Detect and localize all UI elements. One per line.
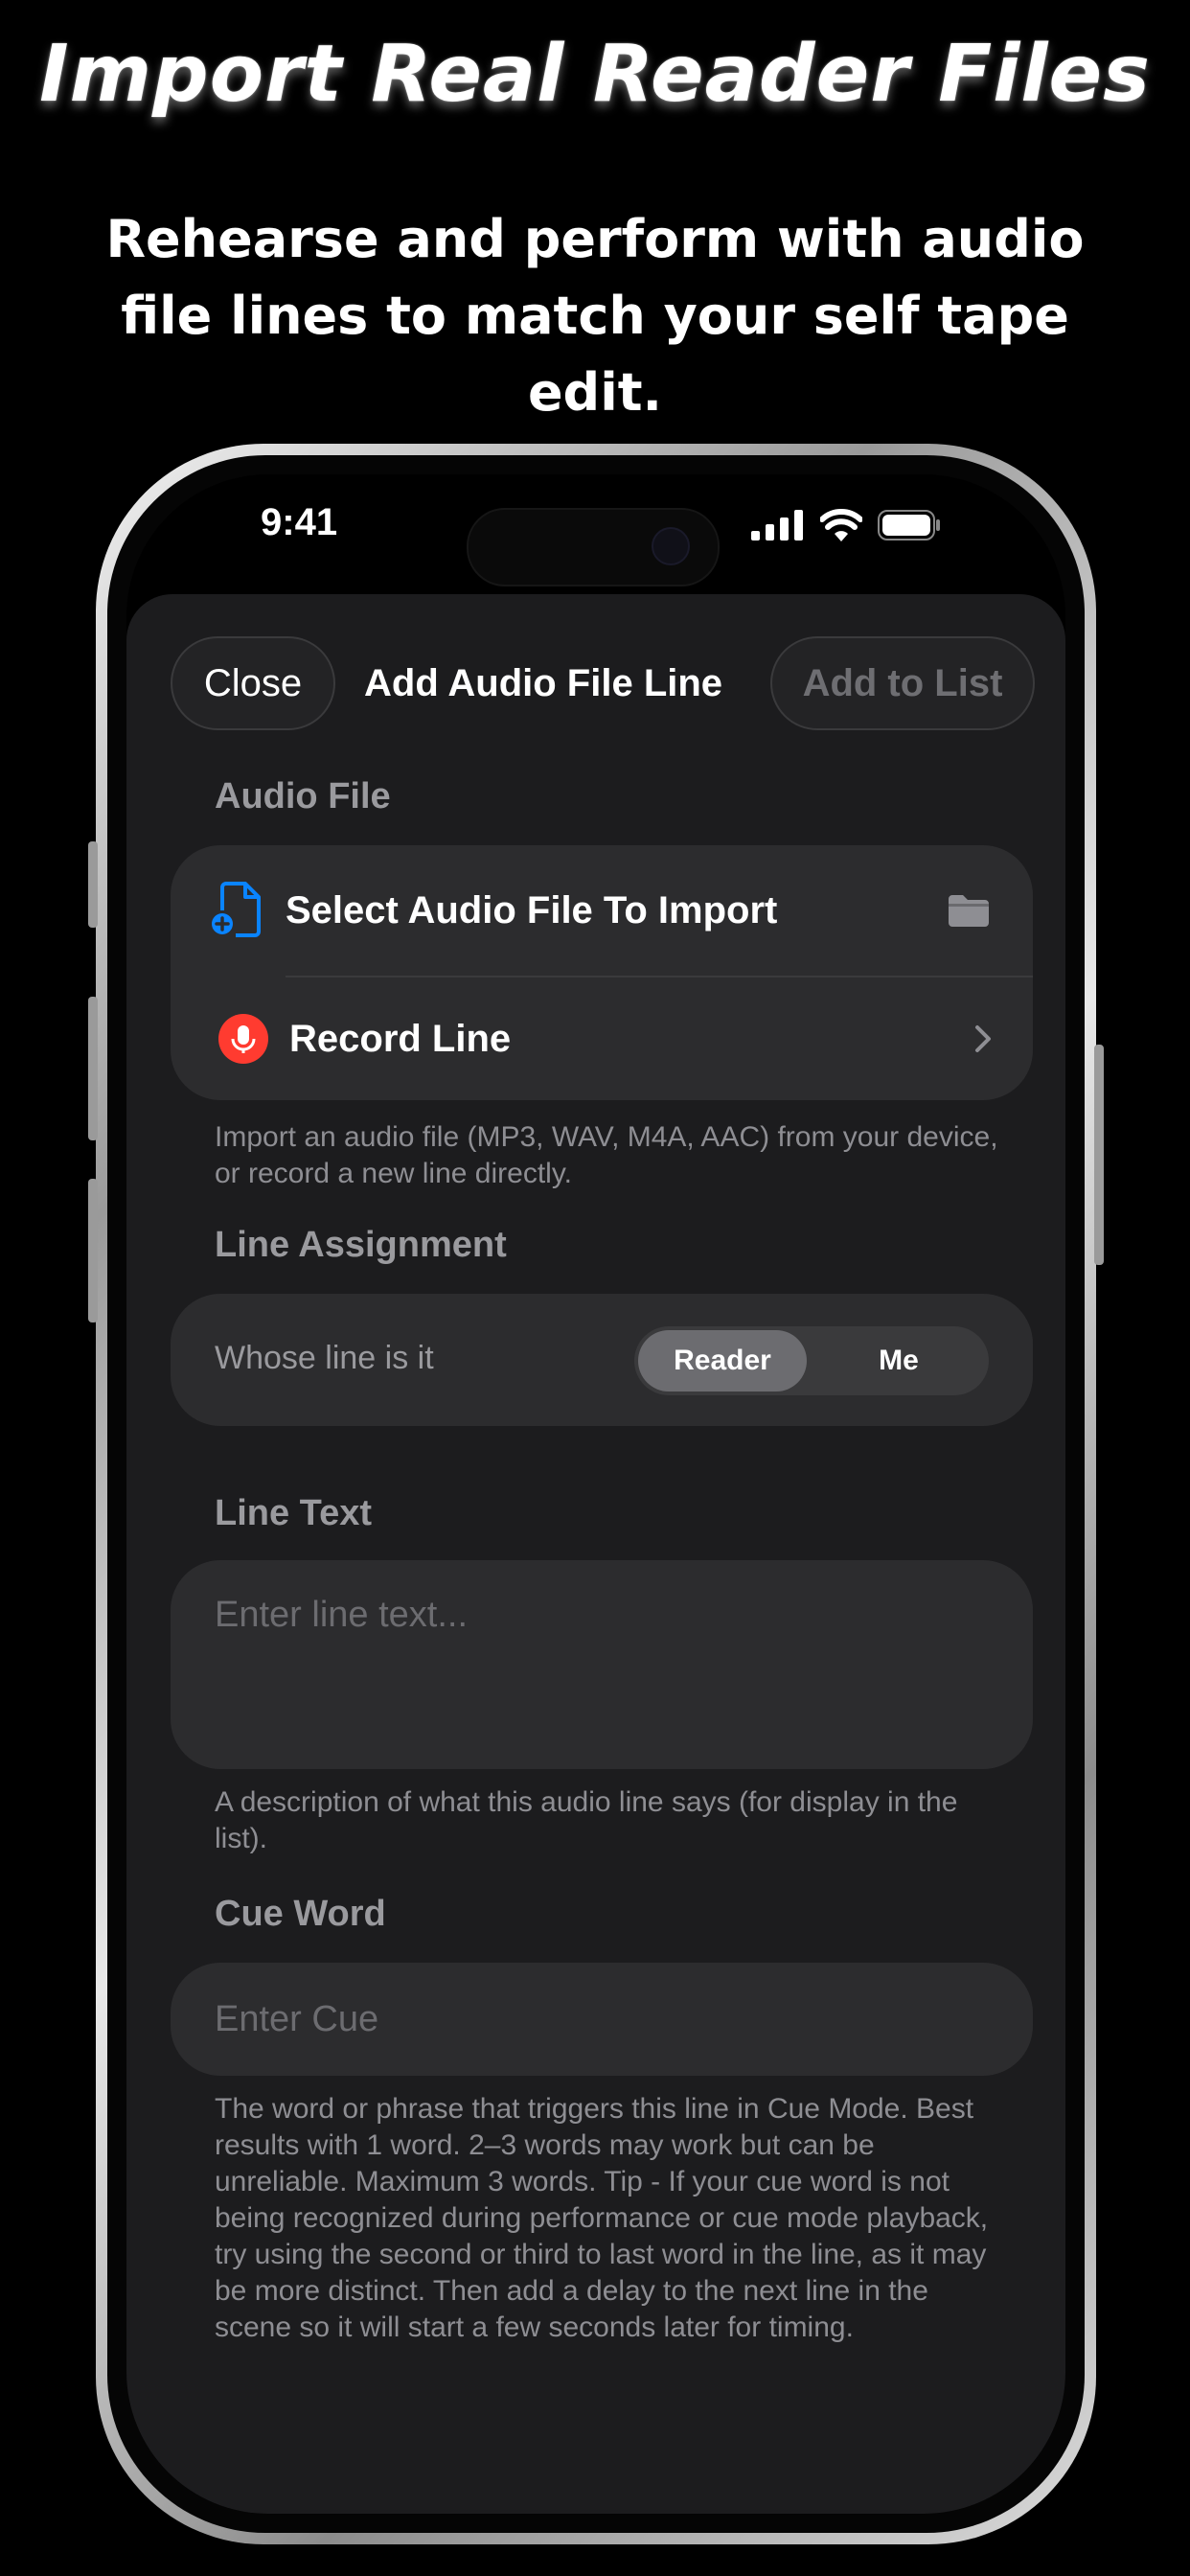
whose-line-label: Whose line is it [215,1340,434,1376]
chevron-right-icon [975,1025,991,1052]
line-owner-segmented-control: Reader Me [634,1326,989,1395]
segment-reader-label: Reader [674,1345,771,1376]
segment-me[interactable]: Me [812,1330,985,1392]
record-line-label: Record Line [289,1018,512,1060]
segment-reader[interactable]: Reader [638,1330,807,1392]
document-add-icon [212,882,261,937]
sheet-title: Add Audio File Line [364,662,723,704]
cue-word-placeholder: Enter Cue [215,1999,379,2039]
marketing-subhead: Rehearse and perform with audio file lin… [105,209,1085,423]
signal-icon [751,510,803,540]
add-to-list-label: Add to List [802,661,1003,704]
add-audio-sheet: Close Add Audio File Line Add to List Au… [126,594,1065,2514]
cue-word-footnote: The word or phrase that triggers this li… [215,2093,989,2343]
battery-icon [878,510,940,540]
folder-icon [949,895,989,927]
phone-screen: 9:41 Close Add Audio File Line Add to Li… [126,474,1065,2514]
close-button[interactable]: Close [171,636,335,730]
select-audio-file-label: Select Audio File To Import [286,889,778,932]
marketing-headline: Import Real Reader Files [39,29,1151,120]
line-assignment-section-title: Line Assignment [215,1225,507,1265]
add-to-list-button[interactable]: Add to List [770,636,1035,730]
line-text-footnote: A description of what this audio line sa… [215,1786,958,1854]
wifi-icon [820,509,862,541]
microphone-icon [218,1014,268,1064]
segment-me-label: Me [879,1345,919,1376]
status-time: 9:41 [261,501,338,543]
power-button [1094,1045,1104,1265]
volume-down-button [88,1179,98,1322]
line-text-section-title: Line Text [215,1493,372,1533]
status-icons [751,509,941,541]
camera-lens [652,527,690,565]
action-button [88,841,98,928]
record-line-row[interactable]: Record Line [171,978,1033,1100]
line-text-field[interactable]: Enter line text... [171,1560,1033,1769]
line-text-placeholder: Enter line text... [215,1595,469,1635]
audio-file-section-title: Audio File [215,776,391,816]
cue-word-section-title: Cue Word [215,1894,386,1934]
audio-file-footnote: Import an audio file (MP3, WAV, M4A, AAC… [215,1121,998,1189]
audio-file-card: Select Audio File To Import Record Line [171,845,1033,1100]
close-button-label: Close [203,661,303,704]
select-audio-file-row[interactable]: Select Audio File To Import [171,845,1033,976]
volume-up-button [88,997,98,1140]
line-assignment-card: Whose line is it Reader Me [171,1294,1033,1426]
cue-word-field[interactable]: Enter Cue [171,1963,1033,2076]
